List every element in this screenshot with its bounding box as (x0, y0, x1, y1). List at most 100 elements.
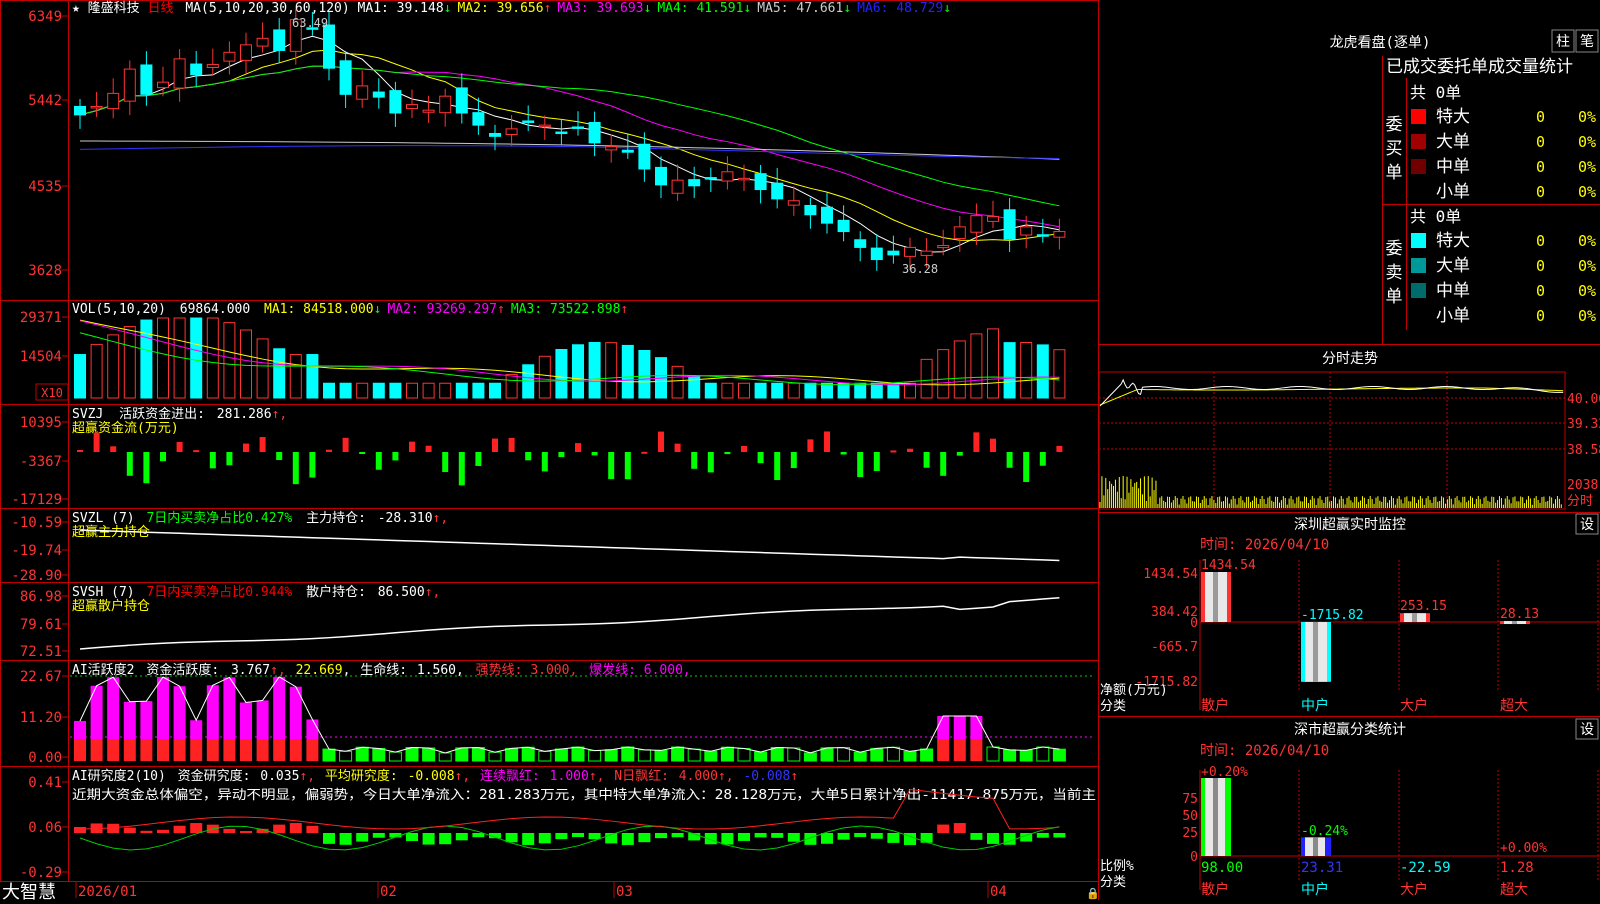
svzj-bar (541, 452, 548, 472)
candle (173, 49, 186, 102)
svzj-bar (757, 452, 764, 464)
sell-row-2: 大单 0 0% (1411, 256, 1596, 276)
chart-canvas[interactable]: ★ 隆盛科技 日线 MA(5,10,20,30,60,120) MA1: 39.… (0, 0, 1600, 903)
vol-bar (738, 382, 750, 399)
svzj-axis-tick: 10395 (20, 415, 62, 431)
svg-text:0%: 0% (1578, 108, 1596, 126)
ai2-bar (1053, 833, 1066, 838)
ai2-bar (173, 825, 186, 833)
color-swatch (1411, 233, 1426, 248)
vol-bar (190, 317, 203, 399)
ma-value-2: MA2: 39.656 (457, 1, 543, 16)
svzj-bar (292, 452, 299, 485)
svzj-bar (658, 431, 664, 452)
ai1-bar (223, 677, 236, 761)
candle (505, 114, 518, 146)
vol-unit: X10 (41, 386, 63, 400)
szm-category: 大户 (1400, 697, 1428, 714)
buy-total: 共 0单 (1410, 83, 1461, 102)
sz-stats-time: 时间: 2026/04/10 (1200, 743, 1329, 759)
svzj-bar (442, 452, 449, 473)
candle (1036, 218, 1049, 243)
x-axis-label: 2026/01 (78, 884, 137, 900)
svzj-bar (508, 437, 515, 452)
svzj-bar (691, 452, 698, 469)
ai1-bar (173, 686, 186, 761)
candle (555, 118, 568, 145)
vol-bar (356, 382, 369, 399)
svg-text:0: 0 (1536, 183, 1545, 201)
ai1-axis-tick: 0.00 (28, 750, 62, 766)
szs-value: 23.31 (1301, 860, 1343, 876)
ai2-bar (754, 833, 767, 838)
svg-text:0: 0 (1536, 257, 1545, 275)
svzj-bar (193, 450, 200, 453)
intraday-axis-tick: 38.58 (1567, 443, 1600, 458)
svzj-sub: 超赢资金流(万元) (72, 420, 179, 436)
svzj-bar (907, 448, 913, 452)
candle (738, 164, 750, 191)
szs-category: 中户 (1301, 881, 1329, 898)
vol-bar (107, 334, 120, 399)
svsh-axis-tick: 79.61 (20, 617, 62, 633)
ai1-bar (488, 751, 502, 762)
ai2-axis-tick: -0.29 (20, 865, 62, 881)
star-icon: ★ (72, 1, 80, 16)
svg-text:0: 0 (1536, 158, 1545, 176)
ai2-bar (306, 825, 319, 833)
ai2-bar (439, 833, 452, 845)
szs-change: +0.00% (1500, 841, 1547, 856)
candle (854, 231, 867, 262)
bar-mode-label: 柱 (1556, 34, 1570, 50)
svsh-header: SVSH (7) 7日内买卖净占比0.944% 散户持仓: 86.500↑, (72, 584, 440, 600)
ai1-bar (787, 747, 801, 762)
svzj-axis-tick: -17129 (11, 492, 62, 508)
high-label: 63.49 (292, 16, 328, 30)
vol-bar (638, 350, 651, 399)
vol-bar (787, 382, 800, 399)
szm-value: 28.13 (1500, 607, 1539, 622)
vol-bar (422, 382, 435, 399)
ai2-bar (74, 827, 86, 833)
ai1-bar (107, 677, 120, 761)
ai2-bar (738, 833, 750, 841)
candle (472, 97, 485, 135)
buy-row-2: 大单 0 0% (1411, 132, 1596, 152)
szm-category: 中户 (1301, 697, 1329, 714)
ai1-bar (571, 746, 585, 762)
svzj-bar (475, 452, 482, 466)
ai1-bar (306, 719, 319, 761)
vol-bar (605, 342, 618, 399)
ai1-bar (206, 685, 219, 761)
szs-category: 散户 (1201, 881, 1229, 898)
svg-text:0%: 0% (1578, 133, 1596, 151)
candle (721, 156, 734, 190)
svg-text:0%: 0% (1578, 257, 1596, 275)
lhkp-tabs[interactable]: 已成交委托单成交量统计 (1386, 57, 1573, 77)
vol-bar (821, 382, 833, 399)
ai2-bar (870, 833, 883, 839)
szm-category: 超大 (1500, 698, 1528, 714)
ai1-bar (621, 746, 635, 762)
ai2-bar (505, 833, 518, 843)
color-swatch (1411, 258, 1426, 273)
candle (771, 168, 784, 209)
ai2-axis-tick: 0.06 (28, 820, 62, 836)
vol-bar (904, 382, 916, 399)
candle (372, 78, 385, 109)
szs-category: 超大 (1500, 882, 1528, 898)
vol-bar (555, 348, 568, 399)
buy-row-3: 中单 0 0% (1411, 157, 1596, 177)
szs-value: 1.28 (1500, 860, 1534, 876)
svzj-bar (807, 439, 814, 452)
ai2-axis-tick: 0.41 (28, 775, 62, 791)
ai1-bar (1036, 746, 1050, 762)
svg-text:单: 单 (1386, 287, 1403, 307)
vol-bar (306, 354, 319, 399)
vol-bar (206, 317, 219, 399)
ai1-bar (886, 746, 900, 762)
vol-axis-tick: 14504 (20, 349, 62, 365)
candle (1003, 197, 1016, 252)
lock-icon[interactable]: 🔒 (1086, 887, 1100, 900)
vol-bar (223, 322, 236, 399)
